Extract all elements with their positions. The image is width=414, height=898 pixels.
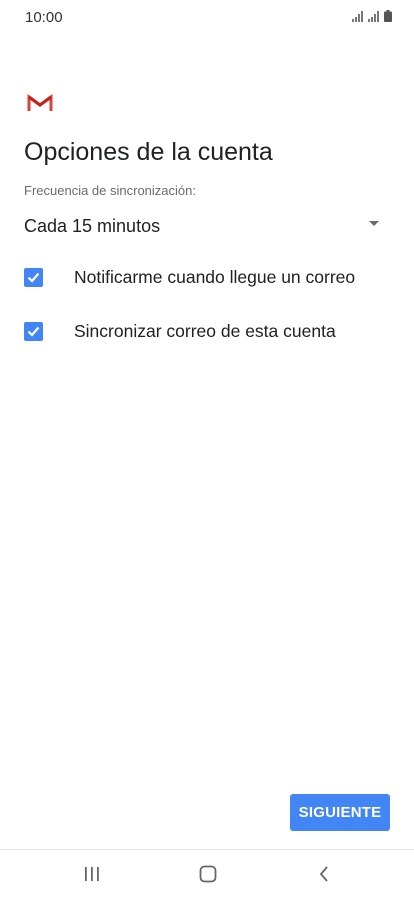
home-button[interactable] (196, 862, 220, 886)
page-title: Opciones de la cuenta (24, 138, 273, 166)
status-bar: 10:00 (0, 0, 414, 34)
next-button[interactable]: SIGUIENTE (290, 794, 390, 831)
status-time: 10:00 (25, 9, 63, 26)
signal-icon (352, 11, 363, 22)
notify-new-mail-option[interactable]: Notificarme cuando llegue un correo (24, 257, 394, 297)
recents-icon (85, 867, 99, 881)
battery-icon (384, 10, 392, 22)
back-button[interactable] (312, 862, 336, 886)
notify-checkbox[interactable] (24, 267, 43, 287)
status-icons (352, 10, 392, 22)
sync-checkbox[interactable] (24, 321, 43, 341)
back-icon (319, 866, 328, 882)
signal-icon-2 (368, 11, 379, 22)
sync-frequency-value: Cada 15 minutos (24, 215, 161, 236)
sync-mail-option[interactable]: Sincronizar correo de esta cuenta (24, 311, 394, 351)
notify-label: Notificarme cuando llegue un correo (74, 266, 356, 287)
navigation-bar (0, 849, 414, 898)
dropdown-arrow-icon (369, 221, 379, 226)
recents-button[interactable] (80, 862, 104, 886)
checkmark-icon (27, 272, 40, 283)
gmail-logo-icon (27, 94, 53, 111)
sync-frequency-label: Frecuencia de sincronización: (24, 183, 196, 198)
sync-label: Sincronizar correo de esta cuenta (74, 320, 336, 341)
home-icon (199, 865, 217, 883)
checkmark-icon (27, 326, 40, 337)
sync-frequency-select[interactable]: Cada 15 minutos (24, 206, 384, 246)
